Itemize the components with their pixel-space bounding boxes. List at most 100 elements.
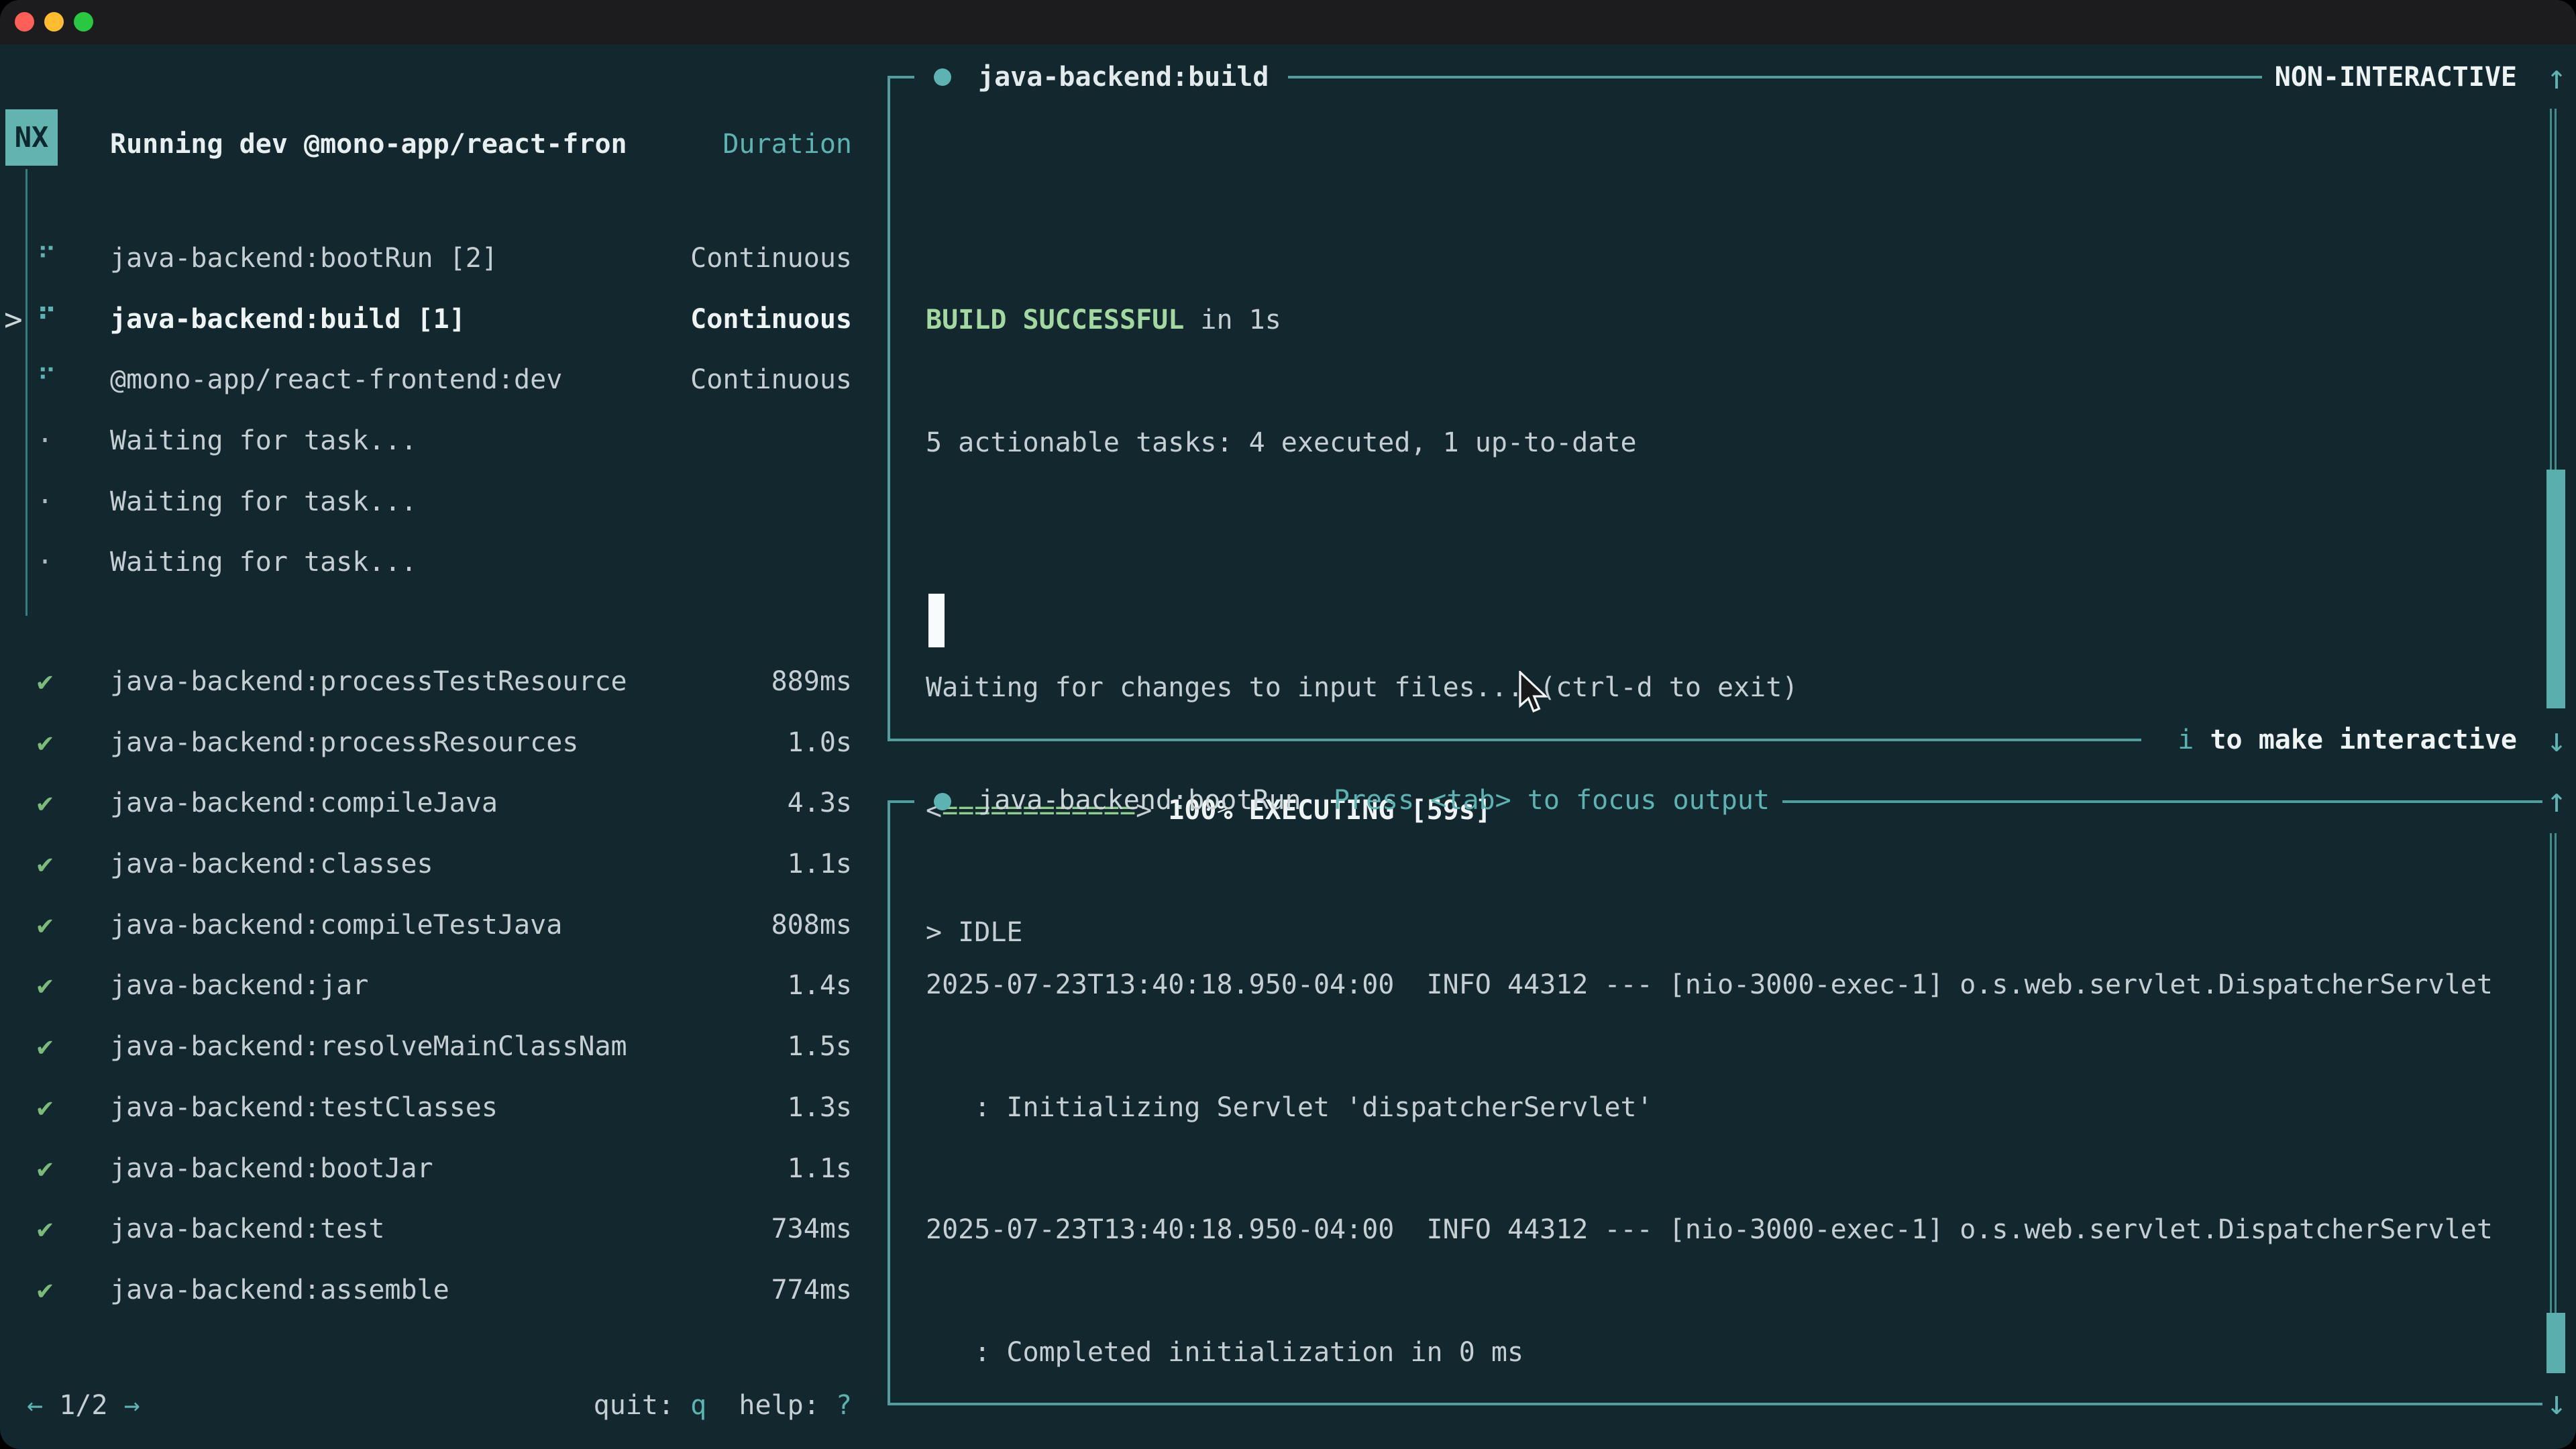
task-name: Waiting for task... [110,411,417,472]
waiting-dot-icon: · [37,472,110,533]
completed-task-list: ✔ java-backend:processTestResource 889ms… [0,651,872,1321]
pager-prev-icon[interactable]: ← [27,1375,43,1436]
task-duration: 1.1s [788,1138,852,1199]
scroll-down-icon[interactable]: ↓ [2536,1373,2576,1433]
top-panel-scrollbar-thumb[interactable] [2546,470,2565,708]
top-panel-scrollbar-track[interactable] [2550,109,2557,470]
check-icon: ✔ [37,1138,110,1199]
quit-key: q [690,1375,706,1436]
check-icon: ✔ [37,1199,110,1260]
task-row[interactable]: ✔ java-backend:resolveMainClassNam 1.5s [0,1016,872,1077]
task-name: java-backend:compileJava [110,773,498,834]
task-name: Waiting for task... [110,472,417,533]
log-line: 2025-07-23T13:40:18.950-04:00 INFO 44312… [926,955,2493,1016]
task-row[interactable]: ✔ java-backend:processResources 1.0s [0,712,872,773]
check-icon: ✔ [37,955,110,1016]
bottom-panel-scrollbar-thumb[interactable] [2546,1313,2565,1373]
task-duration: 1.1s [788,834,852,895]
task-row[interactable]: ✔ java-backend:jar 1.4s [0,955,872,1016]
check-icon: ✔ [37,1016,110,1077]
log-line: : Completed initialization in 0 ms [926,1322,2493,1383]
task-duration: 4.3s [788,773,852,834]
task-duration: 1.4s [788,955,852,1016]
task-row[interactable]: · Waiting for task... [0,472,872,533]
waiting-dot-icon: · [37,532,110,593]
pager-indicator: 1/2 [59,1375,107,1436]
build-result-line: BUILD SUCCESSFUL in 1s [926,290,1798,351]
interactive-hint-text: to make interactive [2194,724,2517,755]
scroll-up-icon[interactable]: ↑ [2536,770,2576,830]
minimize-window-button[interactable] [44,12,64,32]
focus-output-hint: Press <tab> to focus output [1334,785,1770,816]
task-row[interactable]: ✔ java-backend:test 734ms [0,1199,872,1260]
task-row-selected[interactable]: ⠋ java-backend:build [1] Continuous [0,289,872,350]
task-bullet-icon [934,68,951,86]
task-name: java-backend:test [110,1199,384,1260]
bottom-panel-border-stub [888,800,914,803]
log-line: : Initializing Servlet 'dispatcherServle… [926,1077,2493,1138]
close-window-button[interactable] [15,12,34,32]
task-status: Continuous [690,228,852,289]
task-row[interactable]: ✔ java-backend:compileTestJava 808ms [0,895,872,956]
scroll-down-icon[interactable]: ↓ [2536,710,2576,770]
task-list-header: Running dev @mono-app/react-fron Duratio… [0,114,872,174]
task-duration: 1.0s [788,712,852,773]
task-status: Continuous [690,350,852,411]
check-icon: ✔ [37,834,110,895]
waiting-line: Waiting for changes to input files... (c… [926,657,1798,718]
task-name: Waiting for task... [110,532,417,593]
bottom-panel-top-border [1782,800,2542,803]
task-name: java-backend:classes [110,834,433,895]
build-time: in 1s [1184,305,1281,335]
non-interactive-badge: NON-INTERACTIVE [2275,47,2517,107]
bottom-panel-title: java-backend:bootRun Press <tab> to focu… [978,770,1770,830]
terminal-cursor [928,594,945,647]
task-row[interactable]: ⠋ @mono-app/react-frontend:dev Continuou… [0,350,872,411]
top-panel-top-border [1288,76,2262,78]
task-duration: 808ms [771,895,852,956]
gradle-progress-line: <<<=========---> 80% EXECUTING [59s] [926,1445,2493,1449]
bottom-panel-scrollbar-track[interactable] [2550,833,2557,1313]
task-name: java-backend:compileTestJava [110,895,562,956]
check-icon: ✔ [37,773,110,834]
spinner-icon: ⠋ [37,289,110,350]
task-list-footer: ← 1/2 → quit: q help: ? [0,1375,872,1436]
task-name: java-backend:resolveMainClassNam [110,1016,627,1077]
spinner-icon: ⠋ [37,350,110,411]
check-icon: ✔ [37,1260,110,1321]
task-row[interactable]: ⠋ java-backend:bootRun [2] Continuous [0,228,872,289]
nx-tui-window: NX Running dev @mono-app/react-fron Dura… [0,0,2576,1449]
mouse-cursor-icon [1517,671,1548,715]
task-duration: 1.3s [788,1077,852,1138]
pager-next-icon[interactable]: → [124,1375,140,1436]
task-duration: 774ms [771,1260,852,1321]
task-name: java-backend:bootJar [110,1138,433,1199]
window-titlebar [0,0,2576,44]
task-row[interactable]: ✔ java-backend:classes 1.1s [0,834,872,895]
task-row[interactable]: ✔ java-backend:bootJar 1.1s [0,1138,872,1199]
task-name: java-backend:jar [110,955,368,1016]
scroll-up-icon[interactable]: ↑ [2536,47,2576,107]
build-status: BUILD SUCCESSFUL [926,305,1184,335]
active-task-list: ⠋ java-backend:bootRun [2] Continuous ⠋ … [0,228,872,593]
task-row[interactable]: ✔ java-backend:testClasses 1.3s [0,1077,872,1138]
check-icon: ✔ [37,1077,110,1138]
top-panel-border-stub [888,76,914,78]
task-name: java-backend:processResources [110,712,578,773]
task-name: java-backend:testClasses [110,1077,498,1138]
check-icon: ✔ [37,651,110,712]
task-list-title: Running dev @mono-app/react-fron [110,114,627,174]
task-row[interactable]: ✔ java-backend:processTestResource 889ms [0,651,872,712]
spinner-icon: ⠋ [37,228,110,289]
interactive-hint-key: i [2178,724,2194,755]
task-row[interactable]: ✔ java-backend:assemble 774ms [0,1260,872,1321]
task-row[interactable]: ✔ java-backend:compileJava 4.3s [0,773,872,834]
check-icon: ✔ [37,712,110,773]
log-line: 2025-07-23T13:40:18.950-04:00 INFO 44312… [926,1199,2493,1260]
task-row[interactable]: · Waiting for task... [0,532,872,593]
task-row[interactable]: · Waiting for task... [0,411,872,472]
task-bullet-icon [934,793,951,810]
task-duration: 1.5s [788,1016,852,1077]
zoom-window-button[interactable] [74,12,93,32]
bottom-panel-output: 2025-07-23T13:40:18.950-04:00 INFO 44312… [926,893,2493,1449]
